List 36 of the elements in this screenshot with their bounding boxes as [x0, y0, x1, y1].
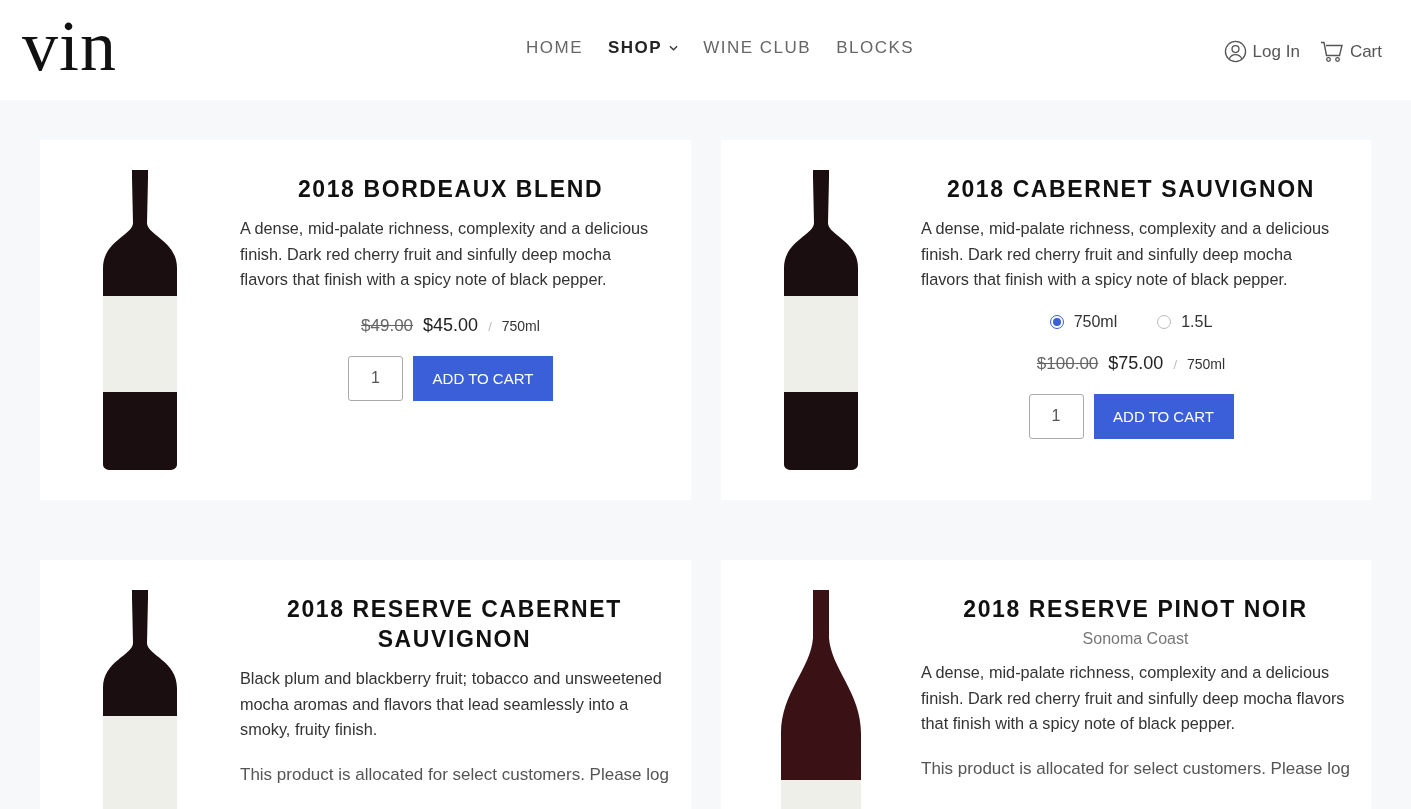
divider-slash: /	[488, 318, 492, 334]
product-title[interactable]: 2018 CABERNET SAUVIGNON	[947, 174, 1315, 204]
region-text: Sonoma Coast	[1082, 630, 1189, 648]
nav-link[interactable]: HOME	[526, 38, 583, 58]
quantity-field[interactable]: 1	[348, 355, 403, 401]
cart-link[interactable]: Cart	[1319, 40, 1382, 63]
divider-slash: /	[1173, 356, 1177, 372]
product-description: Black plum and blackberry fruit; tobacco and unsweetened mocha aromas and flavors that lead seamlessly into a smoky, fruity finish.	[240, 668, 663, 740]
product-title[interactable]: 2018 RESERVE PINOT NOIR	[963, 594, 1308, 624]
allocation-note: This product is allocated for select customers. Please log	[921, 758, 1350, 779]
product-description: A dense, mid-palate richness, complexity and a delicious finish. Dark red cherry fruit and sinfully deep mocha flavors that finish with a spicy note of black pepper.	[921, 662, 1346, 734]
size-label: 1.5L	[1181, 312, 1213, 331]
user-icon	[1223, 40, 1247, 63]
size-label: 750ml	[1073, 312, 1118, 331]
login-link[interactable]: Log In	[1223, 40, 1300, 63]
nav-link[interactable]: BLOCKS	[836, 38, 915, 58]
bottle-size: 750ml	[501, 317, 540, 334]
original-price: $100.00	[1036, 353, 1099, 374]
vin-logo[interactable]: vin	[22, 10, 117, 82]
original-price: $49.00	[361, 315, 414, 336]
cart-icon	[1319, 40, 1344, 63]
quantity-field[interactable]: 1	[1028, 393, 1084, 439]
add-to-cart-button[interactable]: ADD TO CART	[1093, 393, 1234, 439]
sale-price: $75.00	[1108, 352, 1164, 374]
product-title[interactable]: 2018 BORDEAUX BLEND	[297, 174, 604, 204]
size-option[interactable]: 750ml	[1049, 312, 1118, 331]
nav-link[interactable]: SHOP	[608, 38, 679, 58]
add-to-cart-button[interactable]: ADD TO CART	[413, 355, 553, 401]
sale-price: $45.00	[423, 314, 479, 336]
product-title[interactable]: 2018 RESERVE CABERNET SAUVIGNON	[264, 594, 645, 654]
product-description: A dense, mid-palate richness, complexity and a delicious finish. Dark red cherry fruit and sinfully deep mocha flavors that finish with a spicy note of black pepper.	[921, 218, 1331, 290]
size-option[interactable]: 1.5L	[1157, 312, 1213, 331]
nav-link[interactable]: WINE CLUB	[703, 38, 812, 58]
bottle-size: 750ml	[1187, 355, 1226, 372]
allocation-note: This product is allocated for select customers. Please log	[240, 764, 669, 785]
product-description: A dense, mid-palate richness, complexity and a delicious finish. Dark red cherry fruit and sinfully deep mocha flavors that finish with a spicy note of black pepper.	[240, 218, 650, 290]
